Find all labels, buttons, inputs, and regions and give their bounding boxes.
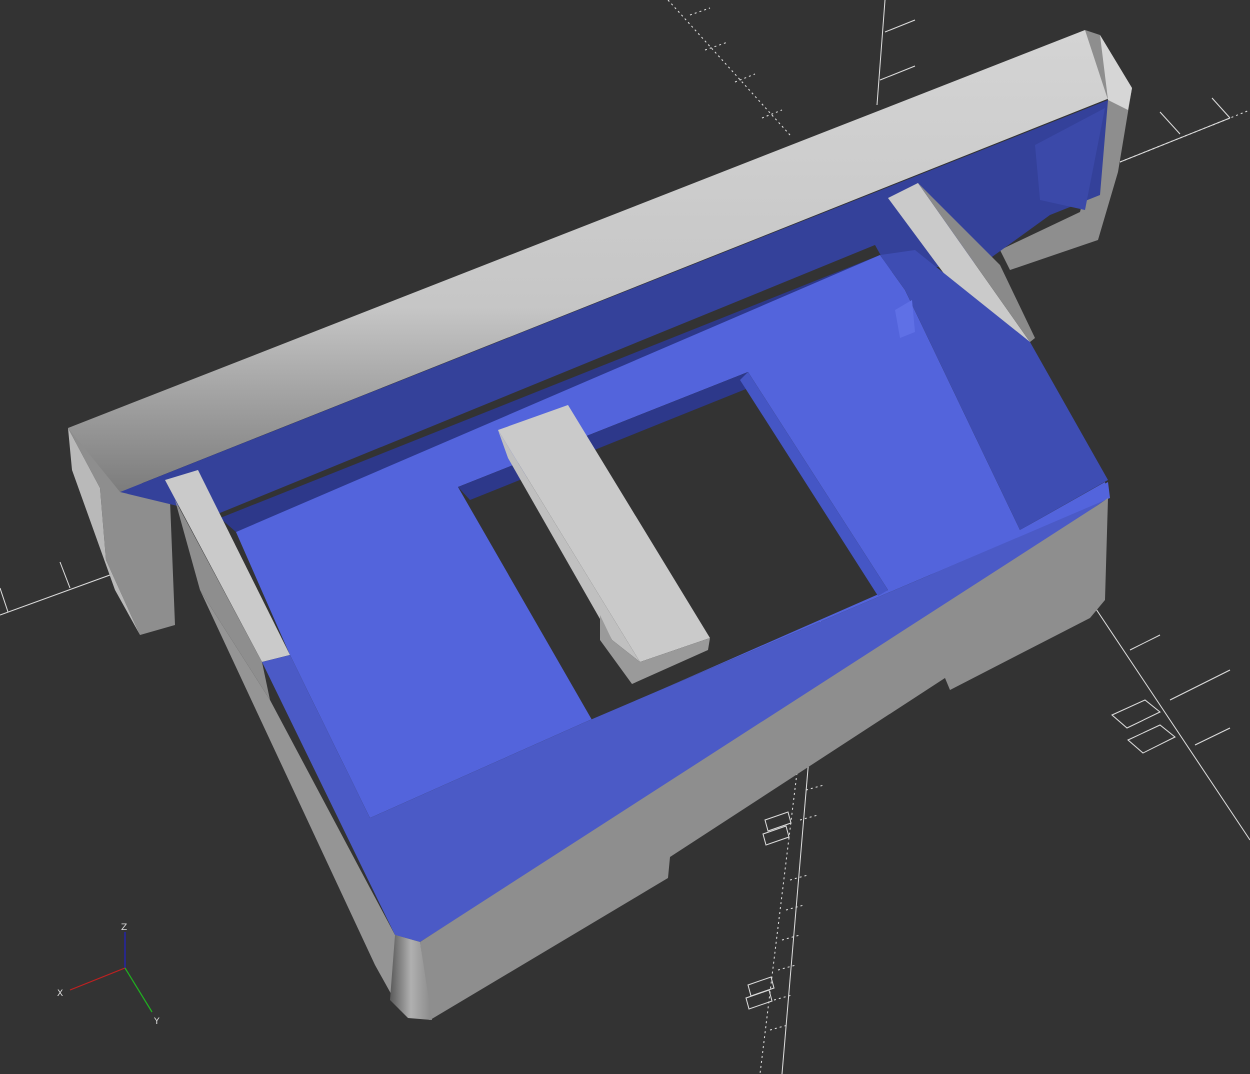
scene-canvas[interactable]: Z X Y [0, 0, 1250, 1074]
y-axis-line [124, 967, 153, 1013]
x-axis-label: X [57, 989, 63, 999]
axis-gizmo: Z X Y [57, 923, 160, 1027]
z-axis-label: Z [121, 923, 127, 933]
x-axis-line [69, 967, 126, 991]
y-axis-label: Y [153, 1017, 160, 1027]
3d-viewport[interactable]: Z X Y [0, 0, 1250, 1074]
